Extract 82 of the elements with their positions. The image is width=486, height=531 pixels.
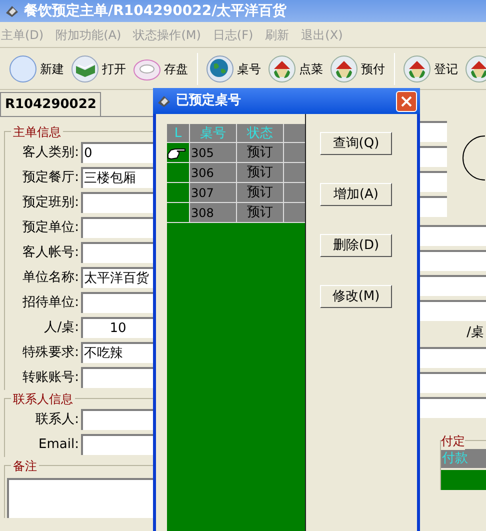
field-label: 特殊要求: xyxy=(22,344,80,362)
row-indicator-cell[interactable] xyxy=(167,143,190,162)
section-title: 联系人信息 xyxy=(11,390,75,408)
table-cell: 306 xyxy=(190,163,237,182)
input-field[interactable]: 三楼包厢 xyxy=(81,167,153,188)
dialog-button[interactable]: 查询(Q) xyxy=(320,132,392,155)
field-label: 客人类别: xyxy=(22,144,80,162)
payment-grid xyxy=(441,470,486,490)
input-field[interactable] xyxy=(420,346,486,368)
app-icon xyxy=(156,93,172,109)
close-icon xyxy=(401,96,412,106)
window-title: 餐饮预定主单/R104290022/太平洋百货 xyxy=(24,2,287,20)
field-label: Email: xyxy=(38,436,80,454)
toolbar-button[interactable]: 点菜 xyxy=(267,54,325,84)
toolbar-button[interactable]: 登记 xyxy=(402,54,460,84)
column-header: 状态 xyxy=(237,124,284,142)
row-indicator-cell[interactable] xyxy=(167,163,190,182)
field-label: 联系人: xyxy=(34,410,80,429)
toolbar-button[interactable]: 存盘 xyxy=(132,54,190,84)
field-label: 人/桌: xyxy=(43,318,80,337)
table-cell: 预订 xyxy=(237,163,284,182)
dialog-button[interactable]: 增加(A) xyxy=(320,183,392,206)
globe-icon xyxy=(205,54,235,84)
dialog-button[interactable]: 修改(M) xyxy=(320,285,392,308)
column-header: L xyxy=(167,124,190,142)
input-field[interactable]: 10 xyxy=(81,317,153,338)
circle-outline xyxy=(461,135,485,181)
round-button-icon xyxy=(8,54,38,84)
house-icon xyxy=(267,54,297,84)
house-icon xyxy=(402,54,432,84)
close-button[interactable] xyxy=(396,90,417,112)
field-label: 客人帐号: xyxy=(22,244,80,262)
input-field[interactable] xyxy=(81,292,153,313)
input-field[interactable] xyxy=(420,196,447,217)
toolbar-button[interactable]: 桌号 xyxy=(205,54,263,84)
input-field[interactable] xyxy=(81,367,153,388)
input-field[interactable] xyxy=(81,192,153,213)
input-field[interactable] xyxy=(420,396,486,418)
section-title: 主单信息 xyxy=(11,123,63,141)
input-field[interactable] xyxy=(420,250,486,271)
input-field[interactable] xyxy=(420,225,486,246)
field-label: 预定单位: xyxy=(22,218,80,237)
table-cell: 预订 xyxy=(237,203,284,222)
input-field[interactable]: 太平洋百货 xyxy=(81,267,153,288)
input-field[interactable] xyxy=(81,242,153,263)
field-label: 转账账号: xyxy=(22,368,80,387)
input-field[interactable] xyxy=(81,434,153,455)
dialog-title: 已预定桌号 xyxy=(176,92,242,110)
input-field[interactable] xyxy=(81,409,153,430)
record-tab[interactable]: R104290022 xyxy=(0,92,102,116)
field-label: 单位名称: xyxy=(22,268,80,287)
dialog-button[interactable]: 删除(D) xyxy=(320,234,392,257)
input-field[interactable]: 不吃辣 xyxy=(81,342,153,363)
input-field[interactable] xyxy=(81,217,153,238)
field-label: 预定餐厅: xyxy=(22,168,80,187)
toolbar-button[interactable]: 预付 xyxy=(329,54,387,84)
input-field[interactable] xyxy=(420,275,486,296)
row-indicator-cell[interactable] xyxy=(167,183,190,202)
input-field[interactable] xyxy=(420,300,486,321)
column-header: 桌号 xyxy=(190,124,237,142)
toolbar-button[interactable]: 新建 xyxy=(8,54,66,84)
field-label: 预定班别: xyxy=(22,194,80,212)
house-icon xyxy=(329,54,359,84)
app-icon xyxy=(4,3,20,19)
field-label: 招待单位: xyxy=(22,294,80,312)
table-cell: 预订 xyxy=(237,143,284,162)
input-field[interactable] xyxy=(420,121,447,142)
input-field[interactable]: 0 xyxy=(81,142,153,163)
input-field[interactable] xyxy=(420,146,447,167)
section-title: 付定 xyxy=(441,432,465,450)
table-cell: 307 xyxy=(190,183,237,202)
unit-label: /桌 xyxy=(466,324,485,342)
book-icon xyxy=(70,54,100,84)
house-icon xyxy=(464,54,486,84)
toolbar-button[interactable]: 打开 xyxy=(70,54,128,84)
table-cell: 305 xyxy=(190,143,237,162)
table-cell: 308 xyxy=(190,203,237,222)
table-cell: 预订 xyxy=(237,183,284,202)
notes-field[interactable] xyxy=(7,478,153,518)
input-field[interactable] xyxy=(420,171,447,192)
row-indicator-cell[interactable] xyxy=(167,203,190,222)
input-field[interactable] xyxy=(420,372,486,392)
